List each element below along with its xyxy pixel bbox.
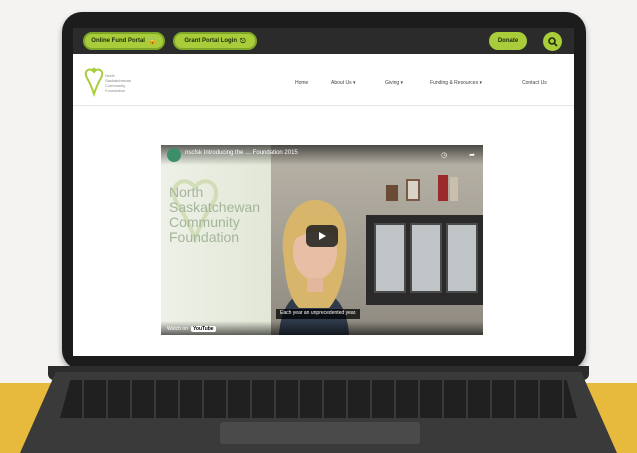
backdrop-line: North — [169, 184, 204, 200]
trackpad — [220, 422, 420, 444]
video-title[interactable]: nscfsk Introducing the … Foundation 2015 — [185, 150, 298, 156]
cabinet-door — [446, 223, 478, 293]
backdrop-line: Foundation — [169, 229, 240, 245]
share-icon[interactable]: ➦ — [469, 152, 475, 159]
picture-frame — [406, 179, 420, 201]
video-caption: Each year an unprecedented year. — [276, 309, 361, 319]
play-button[interactable] — [306, 225, 338, 247]
foundation-backdrop-text: North Saskatchewan Community Foundation — [169, 185, 260, 245]
youtube-logo: YouTube — [190, 326, 216, 332]
online-fund-portal-button[interactable]: Online Fund Portal 🔒 — [83, 32, 165, 50]
nav-item-giving[interactable]: Giving ▾ — [385, 80, 403, 86]
book — [438, 175, 448, 201]
shelf-decor — [376, 175, 476, 215]
website-screen: Online Fund Portal 🔒 Grant Portal Login … — [73, 28, 574, 356]
picture-frame — [386, 185, 398, 201]
nav-item-about-us[interactable]: About Us ▾ — [331, 80, 355, 86]
logo-line: Foundation — [105, 88, 126, 93]
backdrop-line: Community — [169, 214, 240, 230]
book — [450, 177, 458, 201]
channel-avatar[interactable] — [167, 148, 181, 162]
play-icon — [319, 232, 326, 240]
cabinet-door — [374, 223, 406, 293]
keyboard-keys — [60, 380, 577, 418]
login-icon: ⎋ — [240, 37, 246, 45]
channel-name: nscfsk — [185, 150, 203, 156]
watch-on-youtube-link[interactable]: Watch on YouTube — [167, 326, 216, 332]
backdrop-line: Saskatchewan — [169, 199, 261, 215]
video-top-actions: ◷ ➦ — [441, 151, 475, 159]
clock-icon[interactable]: ◷ — [441, 152, 447, 159]
search-icon — [547, 36, 558, 47]
watch-on-label: Watch on — [167, 326, 188, 332]
video-title-text: Introducing the … Foundation 2015 — [203, 150, 298, 156]
lock-icon: 🔒 — [147, 37, 157, 45]
video-player[interactable]: North Saskatchewan Community Foundation — [161, 145, 483, 335]
cabinet — [366, 215, 483, 305]
laptop-mockup: Online Fund Portal 🔒 Grant Portal Login … — [0, 0, 637, 453]
top-utility-bar: Online Fund Portal 🔒 Grant Portal Login … — [73, 28, 574, 54]
donate-button[interactable]: Donate — [489, 32, 527, 50]
logo-wordmark: North Saskatchewan Community Foundation — [105, 73, 131, 93]
main-navigation — [73, 54, 574, 106]
nav-item-contact-us[interactable]: Contact Us — [522, 80, 547, 86]
nav-item-home[interactable]: Home — [295, 80, 308, 86]
foundation-logo-icon — [84, 67, 104, 98]
nav-item-funding-resources[interactable]: Funding & Resources ▾ — [430, 80, 482, 86]
site-logo[interactable]: North Saskatchewan Community Foundation — [83, 64, 145, 104]
search-button[interactable] — [543, 32, 562, 51]
cabinet-door — [410, 223, 442, 293]
online-fund-portal-label: Online Fund Portal — [91, 38, 145, 44]
grant-portal-login-button[interactable]: Grant Portal Login ⎋ — [173, 32, 257, 50]
grant-portal-login-label: Grant Portal Login — [184, 38, 238, 44]
